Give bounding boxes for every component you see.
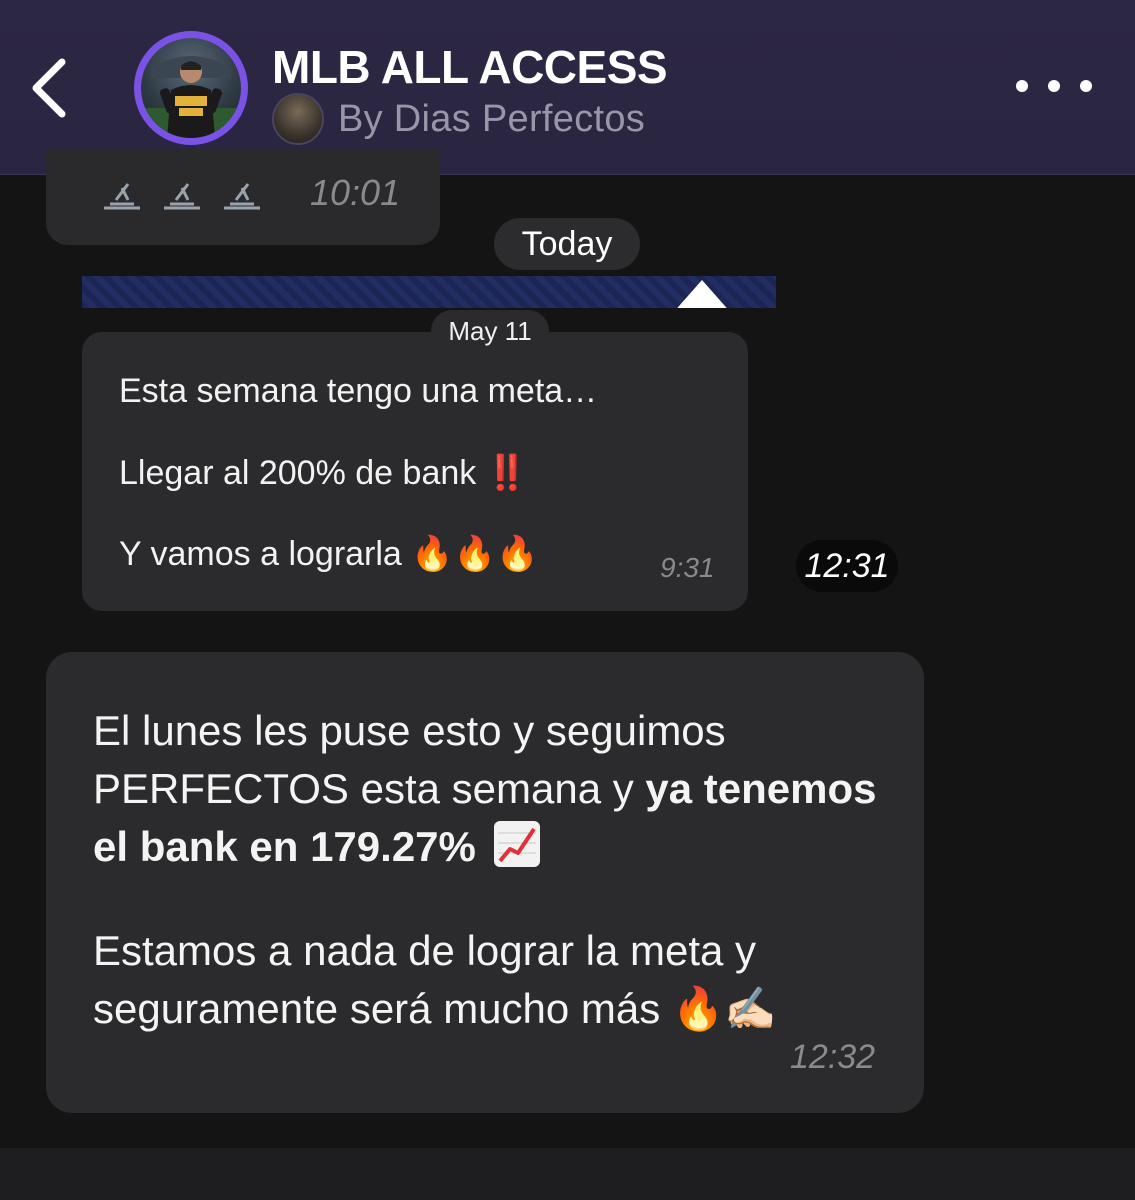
- channel-subtitle[interactable]: By Dias Perfectos: [272, 93, 646, 145]
- message-time: 10:01: [310, 172, 401, 213]
- bottom-bar: [0, 1148, 1135, 1200]
- more-horizontal-icon: [1016, 80, 1028, 92]
- logo-mark: [677, 280, 727, 308]
- double-exclamation-icon: ‼️: [485, 453, 529, 493]
- message-line: Esta semana tengo una meta…: [119, 372, 598, 410]
- back-button[interactable]: [18, 52, 78, 124]
- message-line: Y vamos a lograrla 🔥🔥🔥: [119, 534, 539, 574]
- channel-avatar[interactable]: [134, 31, 248, 145]
- message-bubble[interactable]: El lunes les puse esto y seguimos PERFEC…: [46, 652, 924, 1113]
- more-options-button[interactable]: [1016, 66, 1092, 106]
- chat-header: MLB ALL ACCESS By Dias Perfectos: [0, 0, 1135, 175]
- message-paragraph: Estamos a nada de lograr la meta y segur…: [93, 927, 777, 1033]
- forwarded-image-strip[interactable]: [82, 276, 776, 308]
- message-time: 12:32: [790, 1038, 876, 1076]
- date-separator: Today: [494, 218, 640, 270]
- date-pill: May 11: [431, 310, 549, 352]
- message-paragraph: El lunes les puse esto y seguimos PERFEC…: [93, 707, 877, 870]
- chevron-left-icon: [32, 58, 66, 118]
- message-time: 9:31: [660, 552, 715, 583]
- fire-writing-hand-icon: 🔥✍🏻: [671, 984, 777, 1033]
- plug-icons: [100, 174, 270, 222]
- forwarded-message-bubble[interactable]: Esta semana tengo una meta… Llegar al 20…: [82, 332, 748, 611]
- author-name: By Dias Perfectos: [338, 97, 646, 140]
- channel-title[interactable]: MLB ALL ACCESS: [272, 40, 668, 94]
- chart-increasing-icon: [493, 821, 540, 867]
- avatar-image: [141, 38, 241, 138]
- timestamp-pill: 12:31: [796, 540, 898, 592]
- fire-icon: 🔥🔥🔥: [411, 534, 539, 574]
- message-line: Llegar al 200% de bank ‼️: [119, 453, 529, 493]
